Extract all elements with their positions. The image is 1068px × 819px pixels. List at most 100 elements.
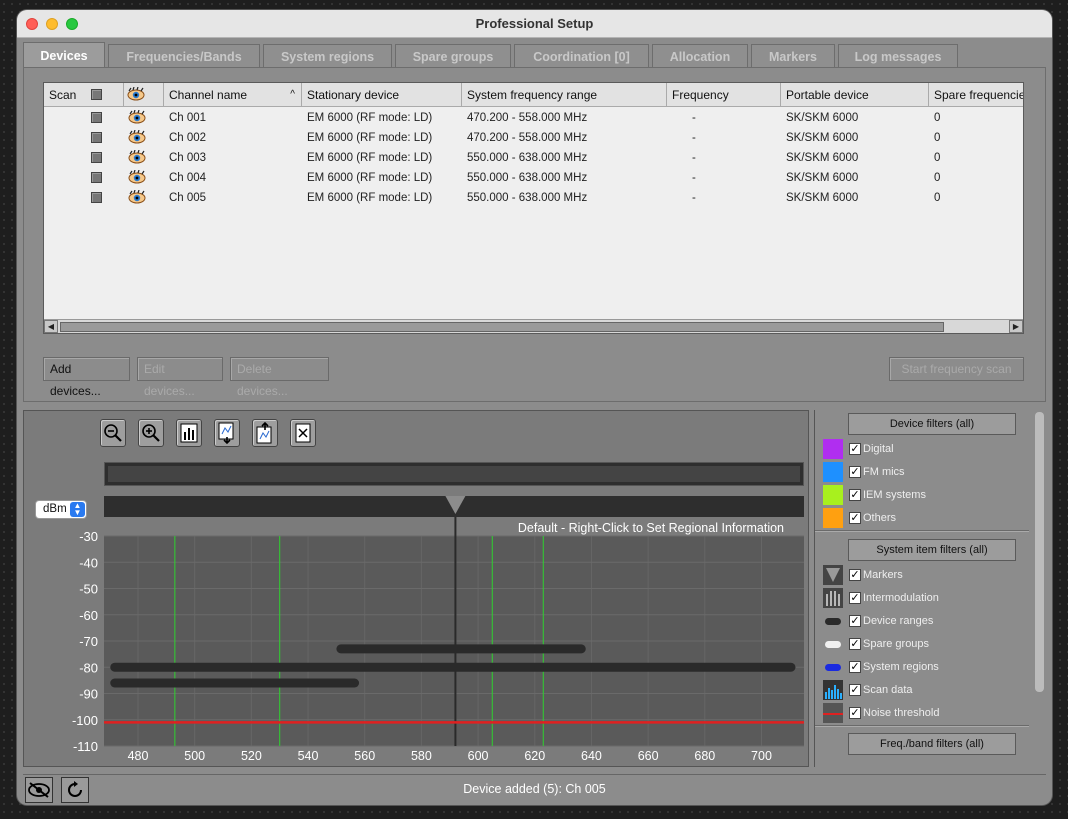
scan-all-checkbox[interactable] (91, 89, 102, 100)
x-tick-label: 620 (524, 749, 545, 763)
tab-markers[interactable]: Markers (751, 44, 835, 68)
filter-label: Spare groups (863, 638, 930, 650)
noise-threshold-icon (823, 703, 843, 723)
cell-portable: SK/SKM 6000 (786, 172, 859, 184)
filter-checkbox[interactable]: ✓ (849, 512, 861, 524)
column-channel-name[interactable]: Channel name ^ (164, 83, 302, 107)
scrollbar-thumb[interactable] (60, 322, 944, 332)
system-filter-item[interactable]: ✓ Scan data (823, 680, 1023, 700)
system-filter-item[interactable]: ✓ Spare groups (823, 634, 1023, 654)
column-stationary-device[interactable]: Stationary device (302, 83, 462, 107)
device-filter-item[interactable]: ✓ IEM systems (823, 485, 1023, 505)
tab-devices[interactable]: Devices (23, 42, 105, 68)
devices-panel: Scan Channel name ^ Stationary device Sy… (23, 67, 1046, 402)
scan-checkbox[interactable] (91, 172, 102, 183)
table-row[interactable]: Ch 001 EM 6000 (RF mode: LD) 470.200 - 558… (44, 108, 1023, 128)
tab-system-regions[interactable]: System regions (263, 44, 392, 68)
device-filters-button[interactable]: Device filters (all) (848, 413, 1016, 435)
column-visibility[interactable] (124, 83, 164, 107)
scan-checkbox[interactable] (91, 152, 102, 163)
scan-checkbox[interactable] (91, 132, 102, 143)
table-row[interactable]: Ch 005 EM 6000 (RF mode: LD) 550.000 - 638… (44, 188, 1023, 208)
cell-spare: 0 (934, 172, 941, 184)
delete-devices-button[interactable]: Delete devices... (230, 357, 329, 398)
spare-group-icon (823, 634, 843, 654)
filter-checkbox[interactable]: ✓ (849, 489, 861, 501)
filter-checkbox[interactable]: ✓ (849, 684, 861, 696)
intermodulation-icon (823, 588, 843, 608)
scroll-left-arrow[interactable]: ◀ (44, 320, 58, 333)
column-frequency[interactable]: Frequency (667, 83, 781, 107)
column-system-frequency-range[interactable]: System frequency range (462, 83, 667, 107)
table-row[interactable]: Ch 004 EM 6000 (RF mode: LD) 550.000 - 638… (44, 168, 1023, 188)
filter-checkbox[interactable]: ✓ (849, 615, 861, 627)
table-header: Scan Channel name ^ Stationary device Sy… (44, 83, 1023, 107)
filter-checkbox[interactable]: ✓ (849, 661, 861, 673)
divider (815, 530, 1029, 532)
filter-checkbox[interactable]: ✓ (849, 707, 861, 719)
device-range-bar (110, 662, 796, 672)
visibility-eye-icon[interactable] (128, 190, 146, 204)
color-swatch (823, 462, 843, 482)
x-tick-label: 680 (694, 749, 715, 763)
system-filter-item[interactable]: ✓ System regions (823, 657, 1023, 677)
column-portable-device[interactable]: Portable device (781, 83, 929, 107)
system-filter-item[interactable]: ✓ Intermodulation (823, 588, 1023, 608)
cell-frequency: - (692, 112, 696, 124)
x-tick-label: 500 (184, 749, 205, 763)
cell-channel: Ch 002 (169, 132, 207, 144)
tab-allocation[interactable]: Allocation (652, 44, 748, 68)
visibility-eye-icon[interactable] (128, 170, 146, 184)
system-filter-item[interactable]: ✓ Device ranges (823, 611, 1023, 631)
edit-devices-button[interactable]: Edit devices... (137, 357, 223, 398)
tab-log-messages[interactable]: Log messages (838, 44, 958, 68)
scan-checkbox[interactable] (91, 112, 102, 123)
device-filter-item[interactable]: ✓ Others (823, 508, 1023, 528)
tab-frequencies-bands[interactable]: Frequencies/Bands (108, 44, 260, 68)
filter-checkbox[interactable]: ✓ (849, 443, 861, 455)
visibility-eye-icon[interactable] (128, 130, 146, 144)
y-tick-label: -110 (73, 739, 98, 754)
cell-range: 470.200 - 558.000 MHz (467, 112, 588, 124)
visibility-eye-icon[interactable] (128, 150, 146, 164)
cell-portable: SK/SKM 6000 (786, 132, 859, 144)
spectrum-plot[interactable]: -30 -40 -50 -60 -70 -80 -90 -100 -110 480 500 520 54… (24, 411, 810, 768)
system-filter-item[interactable]: ✓ Noise threshold (823, 703, 1023, 723)
column-scan[interactable]: Scan (44, 83, 124, 107)
filter-label: Markers (863, 569, 903, 581)
table-row[interactable]: Ch 003 EM 6000 (RF mode: LD) 550.000 - 638… (44, 148, 1023, 168)
horizontal-scrollbar[interactable]: ◀ ▶ (44, 319, 1023, 333)
column-spare-frequencies[interactable]: Spare frequencie (929, 83, 1023, 107)
device-filter-item[interactable]: ✓ Digital (823, 439, 1023, 459)
filter-checkbox[interactable]: ✓ (849, 569, 861, 581)
cell-range: 470.200 - 558.000 MHz (467, 132, 588, 144)
system-item-filters-button[interactable]: System item filters (all) (848, 539, 1016, 561)
marker-icon (823, 565, 843, 585)
device-range-icon (823, 611, 843, 631)
x-tick-label: 540 (298, 749, 319, 763)
y-tick-label: -40 (79, 555, 98, 570)
start-frequency-scan-button[interactable]: Start frequency scan (889, 357, 1024, 381)
system-filter-item[interactable]: ✓ Markers (823, 565, 1023, 585)
device-range-bar (336, 644, 586, 654)
y-tick-label: -80 (79, 660, 98, 675)
filter-label: Intermodulation (863, 592, 939, 604)
scan-checkbox[interactable] (91, 192, 102, 203)
x-tick-label: 560 (354, 749, 375, 763)
cell-range: 550.000 - 638.000 MHz (467, 192, 588, 204)
filter-checkbox[interactable]: ✓ (849, 592, 861, 604)
filter-checkbox[interactable]: ✓ (849, 466, 861, 478)
scroll-right-arrow[interactable]: ▶ (1009, 320, 1023, 333)
visibility-eye-icon[interactable] (128, 110, 146, 124)
devices-table: Scan Channel name ^ Stationary device Sy… (43, 82, 1024, 334)
tab-spare-groups[interactable]: Spare groups (395, 44, 511, 68)
add-devices-button[interactable]: Add devices... (43, 357, 130, 398)
device-filter-item[interactable]: ✓ FM mics (823, 462, 1023, 482)
freq-band-filters-button[interactable]: Freq./band filters (all) (848, 733, 1016, 755)
cell-portable: SK/SKM 6000 (786, 112, 859, 124)
y-tick-label: -50 (79, 582, 98, 597)
filter-scrollbar[interactable] (1035, 412, 1044, 692)
filter-checkbox[interactable]: ✓ (849, 638, 861, 650)
tab-coordination[interactable]: Coordination [0] (514, 44, 649, 68)
table-row[interactable]: Ch 002 EM 6000 (RF mode: LD) 470.200 - 558… (44, 128, 1023, 148)
